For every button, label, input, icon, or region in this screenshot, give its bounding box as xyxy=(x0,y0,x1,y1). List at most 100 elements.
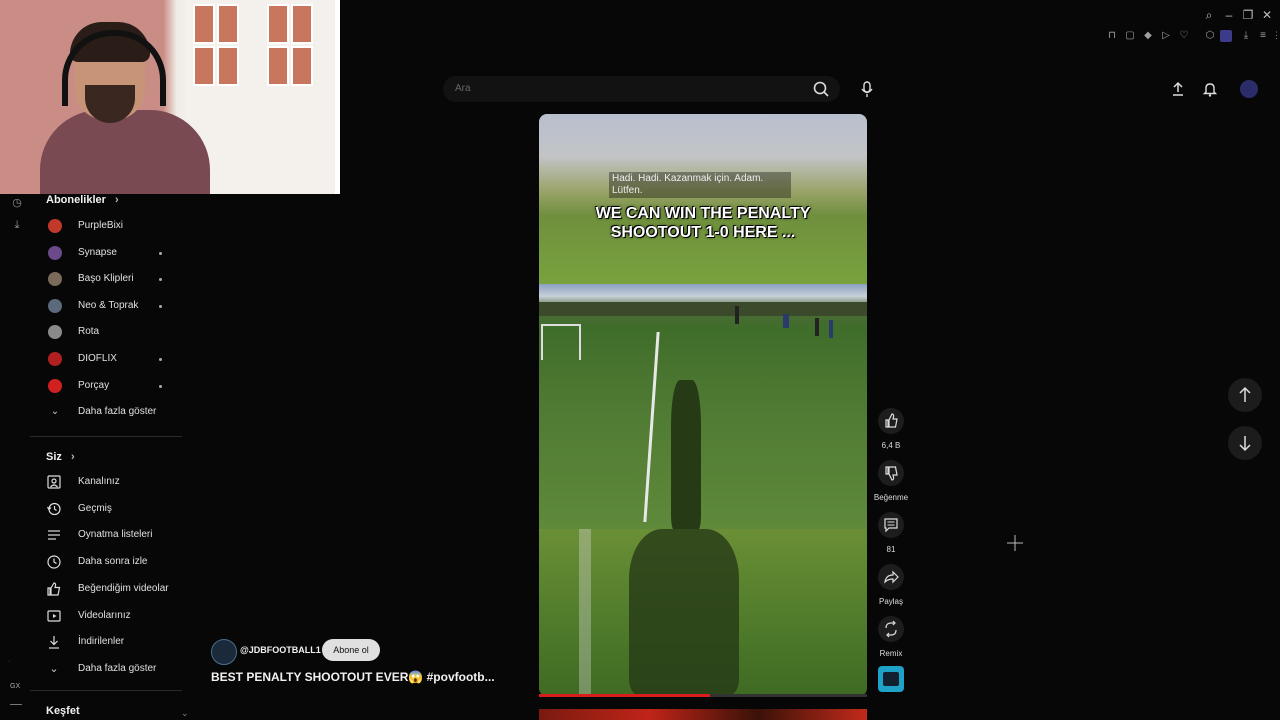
show-more-you[interactable]: ⌄ Daha fazla göster xyxy=(46,658,186,680)
you-section-title[interactable]: Siz › xyxy=(46,451,75,463)
notifications-button[interactable] xyxy=(1202,81,1218,97)
search-icon[interactable]: ⌕ xyxy=(1202,8,1216,22)
next-video-button[interactable] xyxy=(1228,426,1262,460)
channel-avatar xyxy=(48,325,62,340)
remix-button[interactable] xyxy=(878,616,904,642)
comments-button[interactable] xyxy=(878,512,904,538)
channel-icon xyxy=(46,474,62,490)
bell-icon xyxy=(1202,83,1218,97)
overlay-line-1: WE CAN WIN THE PENALTY xyxy=(595,205,811,222)
mic-button[interactable] xyxy=(858,80,876,98)
you-label: Siz xyxy=(46,451,62,463)
sidebar-divider xyxy=(30,436,182,437)
pin-icon[interactable]: ⊓ xyxy=(1106,30,1118,42)
playlist-icon xyxy=(46,527,62,543)
sidebar-subscription-item[interactable]: PurpleBixi xyxy=(46,215,176,237)
clock-icon xyxy=(46,554,62,570)
sidebar-subscription-item[interactable]: Synapse xyxy=(46,242,176,264)
subscription-label: PurpleBixi xyxy=(78,220,124,231)
next-video-preview[interactable] xyxy=(539,709,867,720)
webcam-overlay xyxy=(0,0,340,194)
subscription-label: Porçay xyxy=(78,379,110,391)
short-video-player[interactable]: Hadi. Hadi. Kazanmak için. Adam. Lütfen.… xyxy=(539,114,867,696)
sidebar-item-label: Geçmiş xyxy=(78,502,112,514)
sidebar-item-history[interactable]: Geçmiş xyxy=(46,498,186,520)
heart-icon[interactable]: ♡ xyxy=(1178,30,1190,42)
sidebar-item-label: İndirilenler xyxy=(78,636,125,648)
channel-avatar xyxy=(48,272,62,287)
chevron-down-icon: ⌄ xyxy=(49,663,59,675)
subscriptions-title[interactable]: Abonelikler › xyxy=(46,194,119,206)
upload-button[interactable] xyxy=(1170,81,1186,97)
menu-icon[interactable]: ≡ xyxy=(1257,30,1269,42)
scroll-chevron-icon[interactable]: ⌄ xyxy=(181,708,189,719)
video-icon xyxy=(46,608,62,624)
history-icon[interactable]: ◷ xyxy=(10,196,24,210)
sidebar-item-download[interactable]: İndirilenler xyxy=(46,631,186,653)
sidebar-subscription-item[interactable]: Porçay xyxy=(46,375,176,397)
channel-avatar[interactable] xyxy=(211,639,237,665)
download-icon[interactable]: ⤓ xyxy=(10,218,24,232)
goal-post xyxy=(541,324,581,360)
channel-handle[interactable]: @JDBFOOTBALL1 xyxy=(240,645,321,655)
sidebar-item-playlist[interactable]: Oynatma listeleri xyxy=(46,524,186,546)
channel-avatar xyxy=(48,298,62,313)
show-more-subscriptions[interactable]: ⌄ Daha fazla göster xyxy=(46,401,176,423)
dislike-button[interactable] xyxy=(878,460,904,486)
subscription-label: Neo & Toprak xyxy=(78,299,139,311)
sidebar-item-clock[interactable]: Daha sonra izle xyxy=(46,551,186,573)
thumb-up-icon xyxy=(46,581,62,597)
channel-thumbnail[interactable] xyxy=(878,666,904,692)
new-content-dot xyxy=(159,358,162,361)
rail-dot: · xyxy=(8,658,11,665)
sidebar-subscription-item[interactable]: Neo & Toprak xyxy=(46,295,176,317)
avatar[interactable] xyxy=(1240,80,1258,98)
extension-icon[interactable]: ⬡ xyxy=(1204,30,1216,42)
sidebar-divider xyxy=(30,690,182,691)
comment-count: 81 xyxy=(886,545,896,554)
previous-video-button[interactable] xyxy=(1228,378,1262,412)
gx-label: GX xyxy=(10,683,21,690)
sidebar-item-video[interactable]: Videolarınız xyxy=(46,605,186,627)
subscription-label: Synapse xyxy=(78,246,117,258)
subscriptions-label: Abonelikler xyxy=(46,194,106,206)
shield-icon[interactable]: ◆ xyxy=(1142,30,1154,42)
sidebar-item-thumb-up[interactable]: Beğendiğim videolar xyxy=(46,578,186,600)
like-button[interactable] xyxy=(878,408,904,434)
arrow-up-icon xyxy=(1239,386,1251,402)
sidebar-subscription-item[interactable]: Rota xyxy=(46,321,176,343)
channel-avatar xyxy=(48,219,62,233)
share-button[interactable] xyxy=(878,564,904,590)
thumb-up-icon xyxy=(885,413,898,428)
video-progress-fill xyxy=(539,694,710,697)
download-icon[interactable]: ⤓ xyxy=(1240,30,1252,42)
more-icon[interactable]: ⋮ xyxy=(1272,30,1280,42)
search-button[interactable] xyxy=(800,76,842,102)
snapshot-icon[interactable]: ▢ xyxy=(1124,30,1136,42)
player-figure xyxy=(815,318,819,336)
video-progress-bar[interactable] xyxy=(539,694,867,697)
tree-line xyxy=(539,302,867,316)
explore-title[interactable]: Keşfet xyxy=(46,705,80,717)
minimize-icon[interactable]: – xyxy=(1222,8,1236,22)
sidebar-subscription-item[interactable]: DIOFLIX xyxy=(46,348,176,370)
close-icon[interactable]: ✕ xyxy=(1260,8,1274,22)
subscribe-button[interactable]: Abone ol xyxy=(322,639,380,661)
profile-ext-icon[interactable] xyxy=(1220,30,1232,42)
video-title[interactable]: BEST PENALTY SHOOTOUT EVER😱 #povfootb... xyxy=(211,670,495,684)
search-box[interactable]: Ara xyxy=(443,76,840,102)
player-figure xyxy=(829,320,833,338)
sidebar-item-label: Videolarınız xyxy=(78,609,131,621)
remix-icon xyxy=(885,620,897,638)
play-icon[interactable]: ▷ xyxy=(1160,30,1172,42)
new-content-dot xyxy=(159,278,162,282)
player-figure xyxy=(735,306,739,324)
streamer-body xyxy=(40,110,210,194)
sidebar-subscription-item[interactable]: Başo Klipleri xyxy=(46,268,176,290)
translated-caption: Hadi. Hadi. Kazanmak için. Adam. Lütfen. xyxy=(609,172,791,198)
restore-icon[interactable]: ❐ xyxy=(1241,8,1255,22)
upload-icon xyxy=(1173,81,1183,96)
channel-avatar xyxy=(48,378,62,393)
sidebar-item-channel[interactable]: Kanalınız xyxy=(46,471,186,493)
search-input[interactable]: Ara xyxy=(455,83,471,94)
